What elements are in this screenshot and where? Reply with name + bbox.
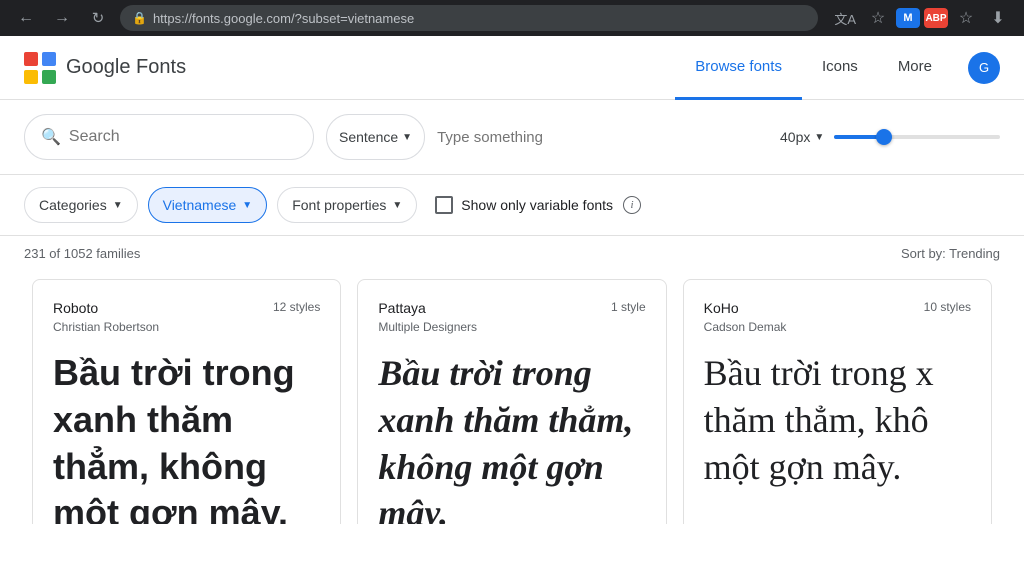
results-bar: 231 of 1052 families Sort by: Trending [0,236,1024,271]
star-button[interactable]: ☆ [952,4,980,32]
search-box[interactable]: 🔍 [24,114,314,160]
search-icon: 🔍 [41,127,61,147]
variable-fonts-label: Show only variable fonts [461,197,613,213]
back-button[interactable]: ← [12,4,40,32]
sentence-label: Sentence [339,129,398,145]
size-chevron-icon: ▼ [814,132,824,143]
more-link[interactable]: More [878,36,952,100]
font-styles: 10 styles [924,300,971,314]
font-preview: Bầu trời trong xanh thăm thẳm, không một… [53,350,320,524]
font-name: KoHo [704,300,739,316]
user-avatar[interactable]: G [968,52,1000,84]
browse-fonts-link[interactable]: Browse fonts [675,36,802,100]
download-button[interactable]: ⬇ [984,4,1012,32]
font-properties-label: Font properties [292,197,386,213]
results-count: 231 of 1052 families [24,246,140,261]
font-grid: Roboto 12 styles Christian Robertson Bầu… [0,271,1024,524]
font-card-header: KoHo 10 styles [704,300,971,316]
bookmark-star-button[interactable]: ☆ [864,4,892,32]
variable-fonts-info-icon[interactable]: i [623,196,641,214]
translate-icon: 文A [834,9,856,28]
font-preview: Bầu trời trong xanh thăm thẳm, không một… [378,350,645,524]
font-name: Roboto [53,300,98,316]
extension-m-button[interactable]: M [896,8,920,28]
vietnamese-label: Vietnamese [163,197,237,213]
slider-track [834,135,1000,139]
sentence-dropdown[interactable]: Sentence ▼ [326,114,425,160]
search-input[interactable] [69,128,297,146]
forward-button[interactable]: → [48,4,76,32]
font-preview: Bầu trời trong x thăm thẳm, khô một gợn … [704,350,971,490]
variable-fonts-checkbox[interactable] [435,196,453,214]
toolbar: 🔍 Sentence ▼ 40px ▼ [0,100,1024,175]
font-properties-chevron-icon: ▼ [392,200,402,211]
lock-icon: 🔒 [132,11,147,25]
font-styles: 1 style [611,300,646,314]
logo-area: Google Fonts [24,52,186,84]
logo-text: Google Fonts [66,56,186,79]
font-card-header: Pattaya 1 style [378,300,645,316]
font-card-pattaya[interactable]: Pattaya 1 style Multiple Designers Bầu t… [357,279,666,524]
font-designer: Cadson Demak [704,320,971,334]
slider-thumb[interactable] [876,129,892,145]
font-size-slider[interactable] [834,127,1000,147]
browser-actions: 文A ☆ M ABP ☆ ⬇ [834,4,1012,32]
size-value: 40px [780,129,810,145]
sentence-chevron-icon: ▼ [402,132,412,143]
google-fonts-logo-icon [24,52,56,84]
header: Google Fonts Browse fonts Icons More G [0,36,1024,100]
sort-label: Sort by: Trending [901,246,1000,261]
main-nav: Browse fonts Icons More [675,36,952,100]
font-card-roboto[interactable]: Roboto 12 styles Christian Robertson Bầu… [32,279,341,524]
reload-button[interactable]: ↻ [84,4,112,32]
font-styles: 12 styles [273,300,320,314]
font-designer: Multiple Designers [378,320,645,334]
filter-bar: Categories ▼ Vietnamese ▼ Font propertie… [0,175,1024,236]
variable-fonts-checkbox-area[interactable]: Show only variable fonts [435,196,613,214]
icons-link[interactable]: Icons [802,36,878,100]
vietnamese-filter-button[interactable]: Vietnamese ▼ [148,187,268,223]
categories-filter-button[interactable]: Categories ▼ [24,187,138,223]
font-card-header: Roboto 12 styles [53,300,320,316]
font-name: Pattaya [378,300,425,316]
vietnamese-chevron-icon: ▼ [242,200,252,211]
type-something-input[interactable] [437,129,768,146]
font-properties-filter-button[interactable]: Font properties ▼ [277,187,417,223]
url-text: https://fonts.google.com/?subset=vietnam… [153,11,414,26]
address-bar[interactable]: 🔒 https://fonts.google.com/?subset=vietn… [120,5,818,31]
main-content: 231 of 1052 families Sort by: Trending R… [0,236,1024,524]
browser-chrome: ← → ↻ 🔒 https://fonts.google.com/?subset… [0,0,1024,36]
categories-chevron-icon: ▼ [113,200,123,211]
font-designer: Christian Robertson [53,320,320,334]
size-dropdown[interactable]: 40px ▼ [780,129,824,145]
font-card-koho[interactable]: KoHo 10 styles Cadson Demak Bầu trời tro… [683,279,992,524]
categories-label: Categories [39,197,107,213]
extension-abp-button[interactable]: ABP [924,8,948,28]
size-area: 40px ▼ [780,127,1000,147]
